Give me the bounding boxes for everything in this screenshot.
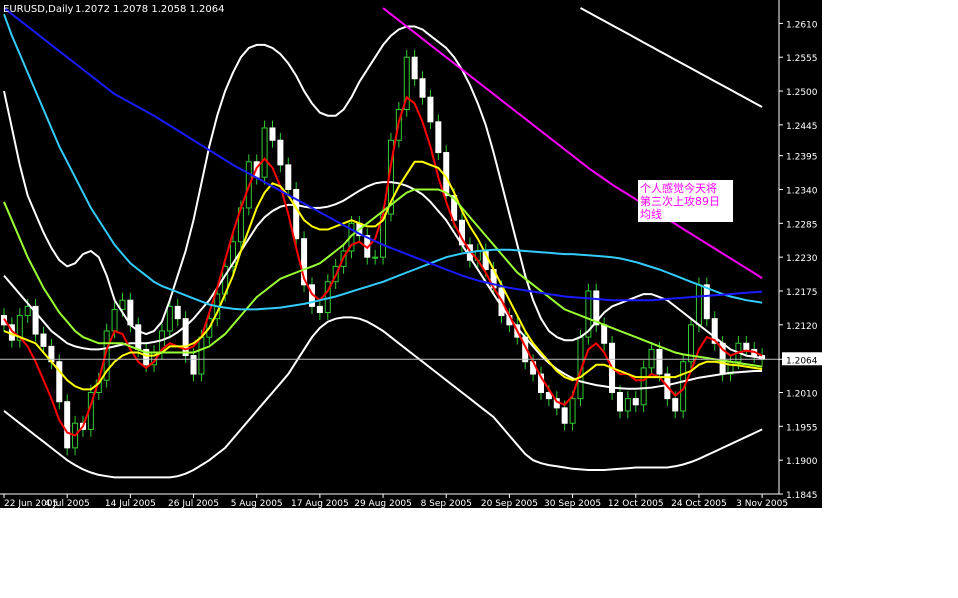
ohlc-label: 1.2072 1.2078 1.2058 1.2064 xyxy=(75,4,225,15)
candle-body xyxy=(672,398,679,412)
candle-body xyxy=(648,348,655,369)
candle-body xyxy=(316,305,323,314)
candle-body xyxy=(419,78,426,98)
candle-body xyxy=(435,121,442,154)
x-tick-label: 24 Oct 2005 xyxy=(671,499,727,508)
y-tick-label: 1.2340 xyxy=(786,186,818,196)
candle-body xyxy=(190,355,197,375)
candle-body xyxy=(561,407,568,424)
y-tick-label: 1.1845 xyxy=(786,491,818,501)
candle-body xyxy=(703,284,710,320)
x-tick-label: 4 Jul 2005 xyxy=(45,499,90,508)
candle-body xyxy=(624,398,631,412)
y-tick-label: 1.2064 xyxy=(786,356,818,366)
candle-body xyxy=(166,305,173,332)
price-axis: 1.2610 1.2555 1.2500 1.2445 1.2395 1.2340 1.22… xyxy=(779,20,822,501)
candle-body xyxy=(24,305,31,317)
y-tick-label: 1.1900 xyxy=(786,457,818,467)
x-tick-label: 17 Aug 2005 xyxy=(291,499,349,508)
annotation-line-1: 个人感觉今天将 xyxy=(640,181,717,195)
y-tick-label: 1.2555 xyxy=(786,54,818,64)
candle-body xyxy=(174,305,181,320)
x-tick-label: 20 Sep 2005 xyxy=(481,499,538,508)
candle-body xyxy=(411,56,418,80)
y-tick-label: 1.2010 xyxy=(786,389,818,399)
candle-body xyxy=(427,96,434,123)
candle-body xyxy=(656,348,663,375)
y-tick-label: 1.2230 xyxy=(786,254,818,264)
y-tick-label: 1.2285 xyxy=(786,220,818,230)
candle-body xyxy=(640,367,647,406)
y-tick-label: 1.2500 xyxy=(786,88,818,98)
candle-body xyxy=(269,127,276,141)
y-tick-label: 1.2445 xyxy=(786,122,818,132)
candle-body xyxy=(372,256,379,259)
annotation-box: 个人感觉今天将 第三次上攻89日 均线 xyxy=(638,180,733,222)
candle-body xyxy=(601,324,608,344)
x-tick-label: 26 Jul 2005 xyxy=(168,499,219,508)
symbol-label: EURUSD,Daily xyxy=(3,4,74,15)
annotation-line-3: 均线 xyxy=(640,207,662,221)
annotation-line-2: 第三次上攻89日 xyxy=(640,194,720,208)
candle-body xyxy=(695,284,702,326)
y-tick-label: 1.2395 xyxy=(786,153,818,163)
candle-body xyxy=(616,391,623,412)
candle-body xyxy=(285,164,292,190)
candle-body xyxy=(632,398,639,406)
x-tick-label: 30 Sep 2005 xyxy=(544,499,601,508)
x-tick-label: 8 Sep 2005 xyxy=(421,499,472,508)
candle-body xyxy=(743,342,750,350)
candle-body xyxy=(277,139,284,166)
y-tick-label: 1.1955 xyxy=(786,423,818,433)
x-tick-label: 12 Oct 2005 xyxy=(608,499,664,508)
candle-body xyxy=(111,308,118,332)
candle-body xyxy=(261,127,268,178)
x-tick-label: 3 Nov 2005 xyxy=(736,499,788,508)
candle-body xyxy=(198,336,205,375)
candle-body xyxy=(40,333,47,347)
x-tick-label: 29 Aug 2005 xyxy=(354,499,412,508)
y-tick-label: 1.2175 xyxy=(786,288,818,298)
x-tick-label: 14 Jul 2005 xyxy=(105,499,156,508)
y-tick-label: 1.2120 xyxy=(786,322,818,332)
candle-body xyxy=(64,401,71,449)
price-chart[interactable]: 1.2610 1.2555 1.2500 1.2445 1.2395 1.2340 1.22… xyxy=(0,0,822,508)
candle-body xyxy=(293,188,300,240)
y-tick-label: 1.2610 xyxy=(786,20,818,30)
x-tick-label: 5 Aug 2005 xyxy=(231,499,283,508)
candle-body xyxy=(569,398,576,424)
